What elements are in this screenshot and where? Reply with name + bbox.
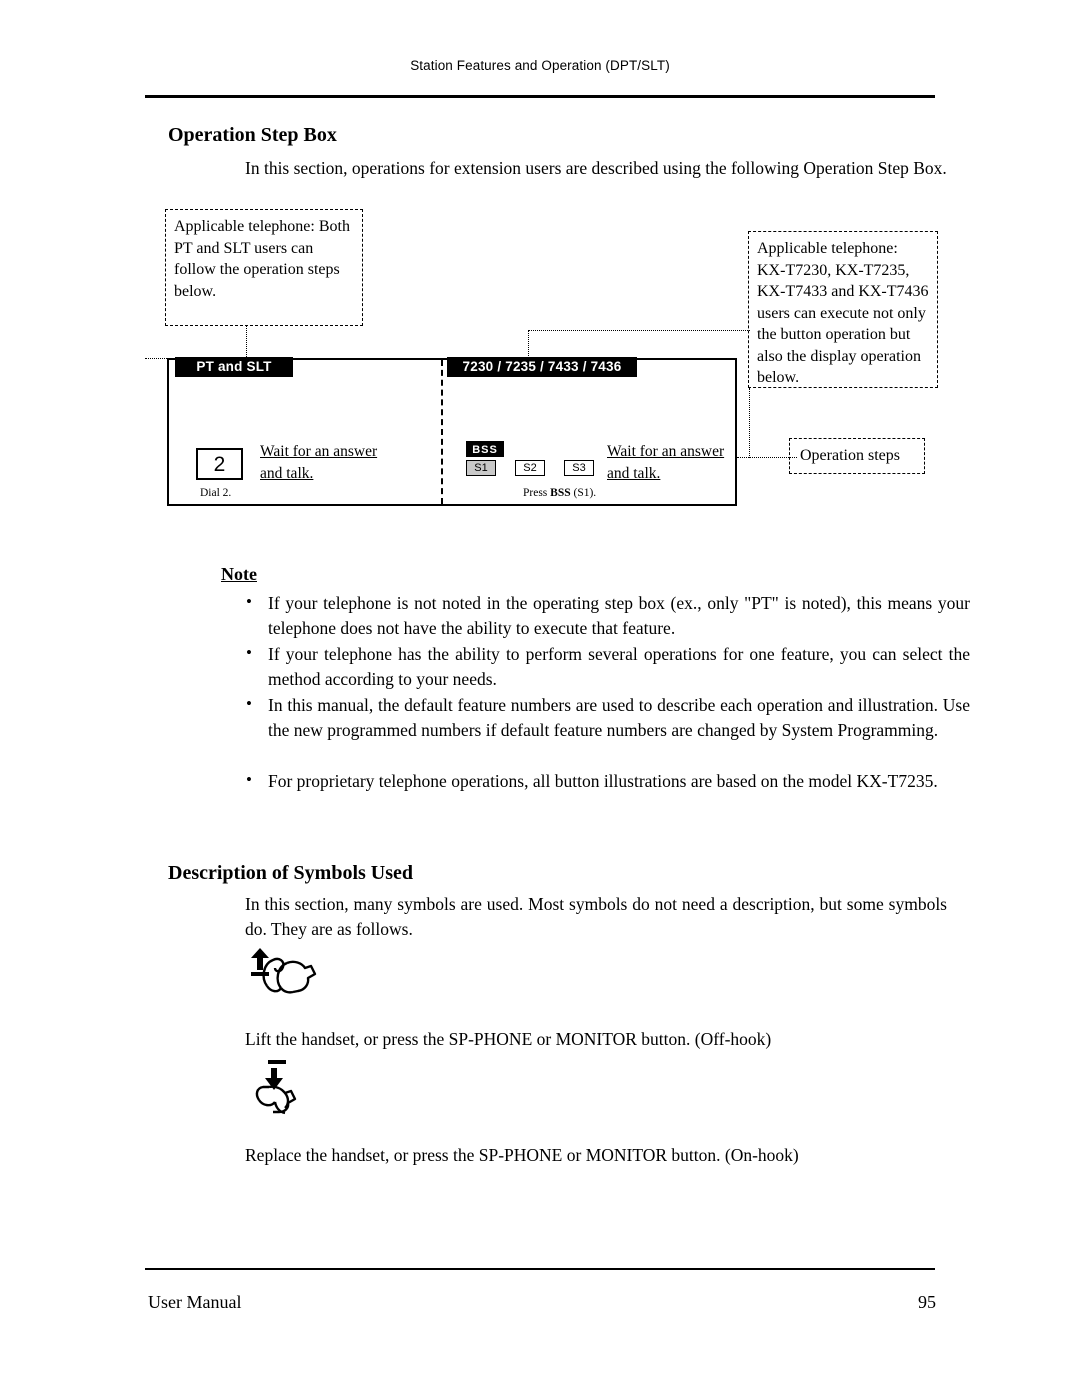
right-step-caption-bold: BSS (550, 487, 571, 499)
on-hook-handset-icon (245, 1060, 325, 1118)
left-step-text-line1: Wait for an answer (260, 443, 378, 460)
right-step-text-line1: Wait for an answer (607, 443, 725, 460)
softkey-s2-icon: S2 (515, 460, 545, 476)
softkey-s1-icon: S1 (466, 460, 496, 476)
right-step-caption-prefix: Press (523, 487, 551, 499)
page-number: 95 (918, 1292, 936, 1312)
callout-operation-steps-text: Operation steps (800, 447, 900, 464)
operation-step-box-intro: In this section, operations for extensio… (245, 158, 947, 178)
note-bullet-0: • (246, 592, 252, 611)
right-step-caption: Press BSS (S1). (523, 487, 596, 499)
note-item-3: For proprietary telephone operations, al… (268, 771, 938, 791)
left-step-text-line2: and talk. (260, 465, 314, 482)
section-title-operation-step-box: Operation Step Box (168, 124, 337, 146)
running-head: Station Features and Operation (DPT/SLT) (410, 58, 670, 73)
callout-left-text: Applicable telephone: Both PT and SLT us… (174, 218, 350, 300)
document-page: Station Features and Operation (DPT/SLT)… (0, 0, 1080, 1397)
note-title: Note (221, 564, 257, 584)
tag-pt-and-slt: PT and SLT (175, 357, 293, 377)
description-symbols-intro: In this section, many symbols are used. … (245, 894, 947, 939)
callout-left-applicable-telephone: Applicable telephone: Both PT and SLT us… (165, 209, 363, 326)
leader-right-vertical (528, 330, 529, 360)
callout-right-text: Applicable telephone: KX-T7230, KX-T7235… (757, 240, 929, 386)
right-step-caption-suffix: (S1). (570, 487, 597, 499)
header-rule (145, 95, 935, 98)
symbol-caption-off-hook: Lift the handset, or press the SP-PHONE … (245, 1029, 772, 1049)
note-bullet-3: • (246, 770, 252, 789)
symbol-caption-on-hook: Replace the handset, or press the SP-PHO… (245, 1145, 799, 1165)
tag-model-numbers: 7230 / 7235 / 7433 / 7436 (447, 357, 637, 377)
off-hook-handset-icon (245, 948, 325, 1006)
right-step-text-line2: and talk. (607, 465, 661, 482)
callout-right-applicable-telephone: Applicable telephone: KX-T7230, KX-T7235… (748, 231, 938, 388)
footer-label: User Manual (148, 1292, 242, 1312)
note-bullet-2: • (246, 694, 252, 713)
note-bullet-1: • (246, 643, 252, 662)
step-number-2: 2 (196, 448, 243, 480)
leader-right-down (749, 388, 750, 458)
note-item-2: In this manual, the default feature numb… (268, 695, 970, 740)
note-item-1: If your telephone has the ability to per… (268, 644, 970, 689)
footer-rule (145, 1268, 935, 1270)
step-box-divider (441, 360, 443, 504)
note-item-0: If your telephone is not noted in the op… (268, 593, 970, 638)
left-step-caption: Dial 2. (200, 487, 232, 499)
callout-operation-steps: Operation steps (789, 438, 925, 474)
softkey-s3-icon: S3 (564, 460, 594, 476)
leader-left-vertical (246, 326, 247, 359)
bss-button-icon: BSS (466, 441, 504, 457)
section-title-description-symbols: Description of Symbols Used (168, 862, 414, 884)
leader-right-horizontal-top (528, 330, 750, 331)
leader-steps-horizontal (737, 457, 797, 458)
